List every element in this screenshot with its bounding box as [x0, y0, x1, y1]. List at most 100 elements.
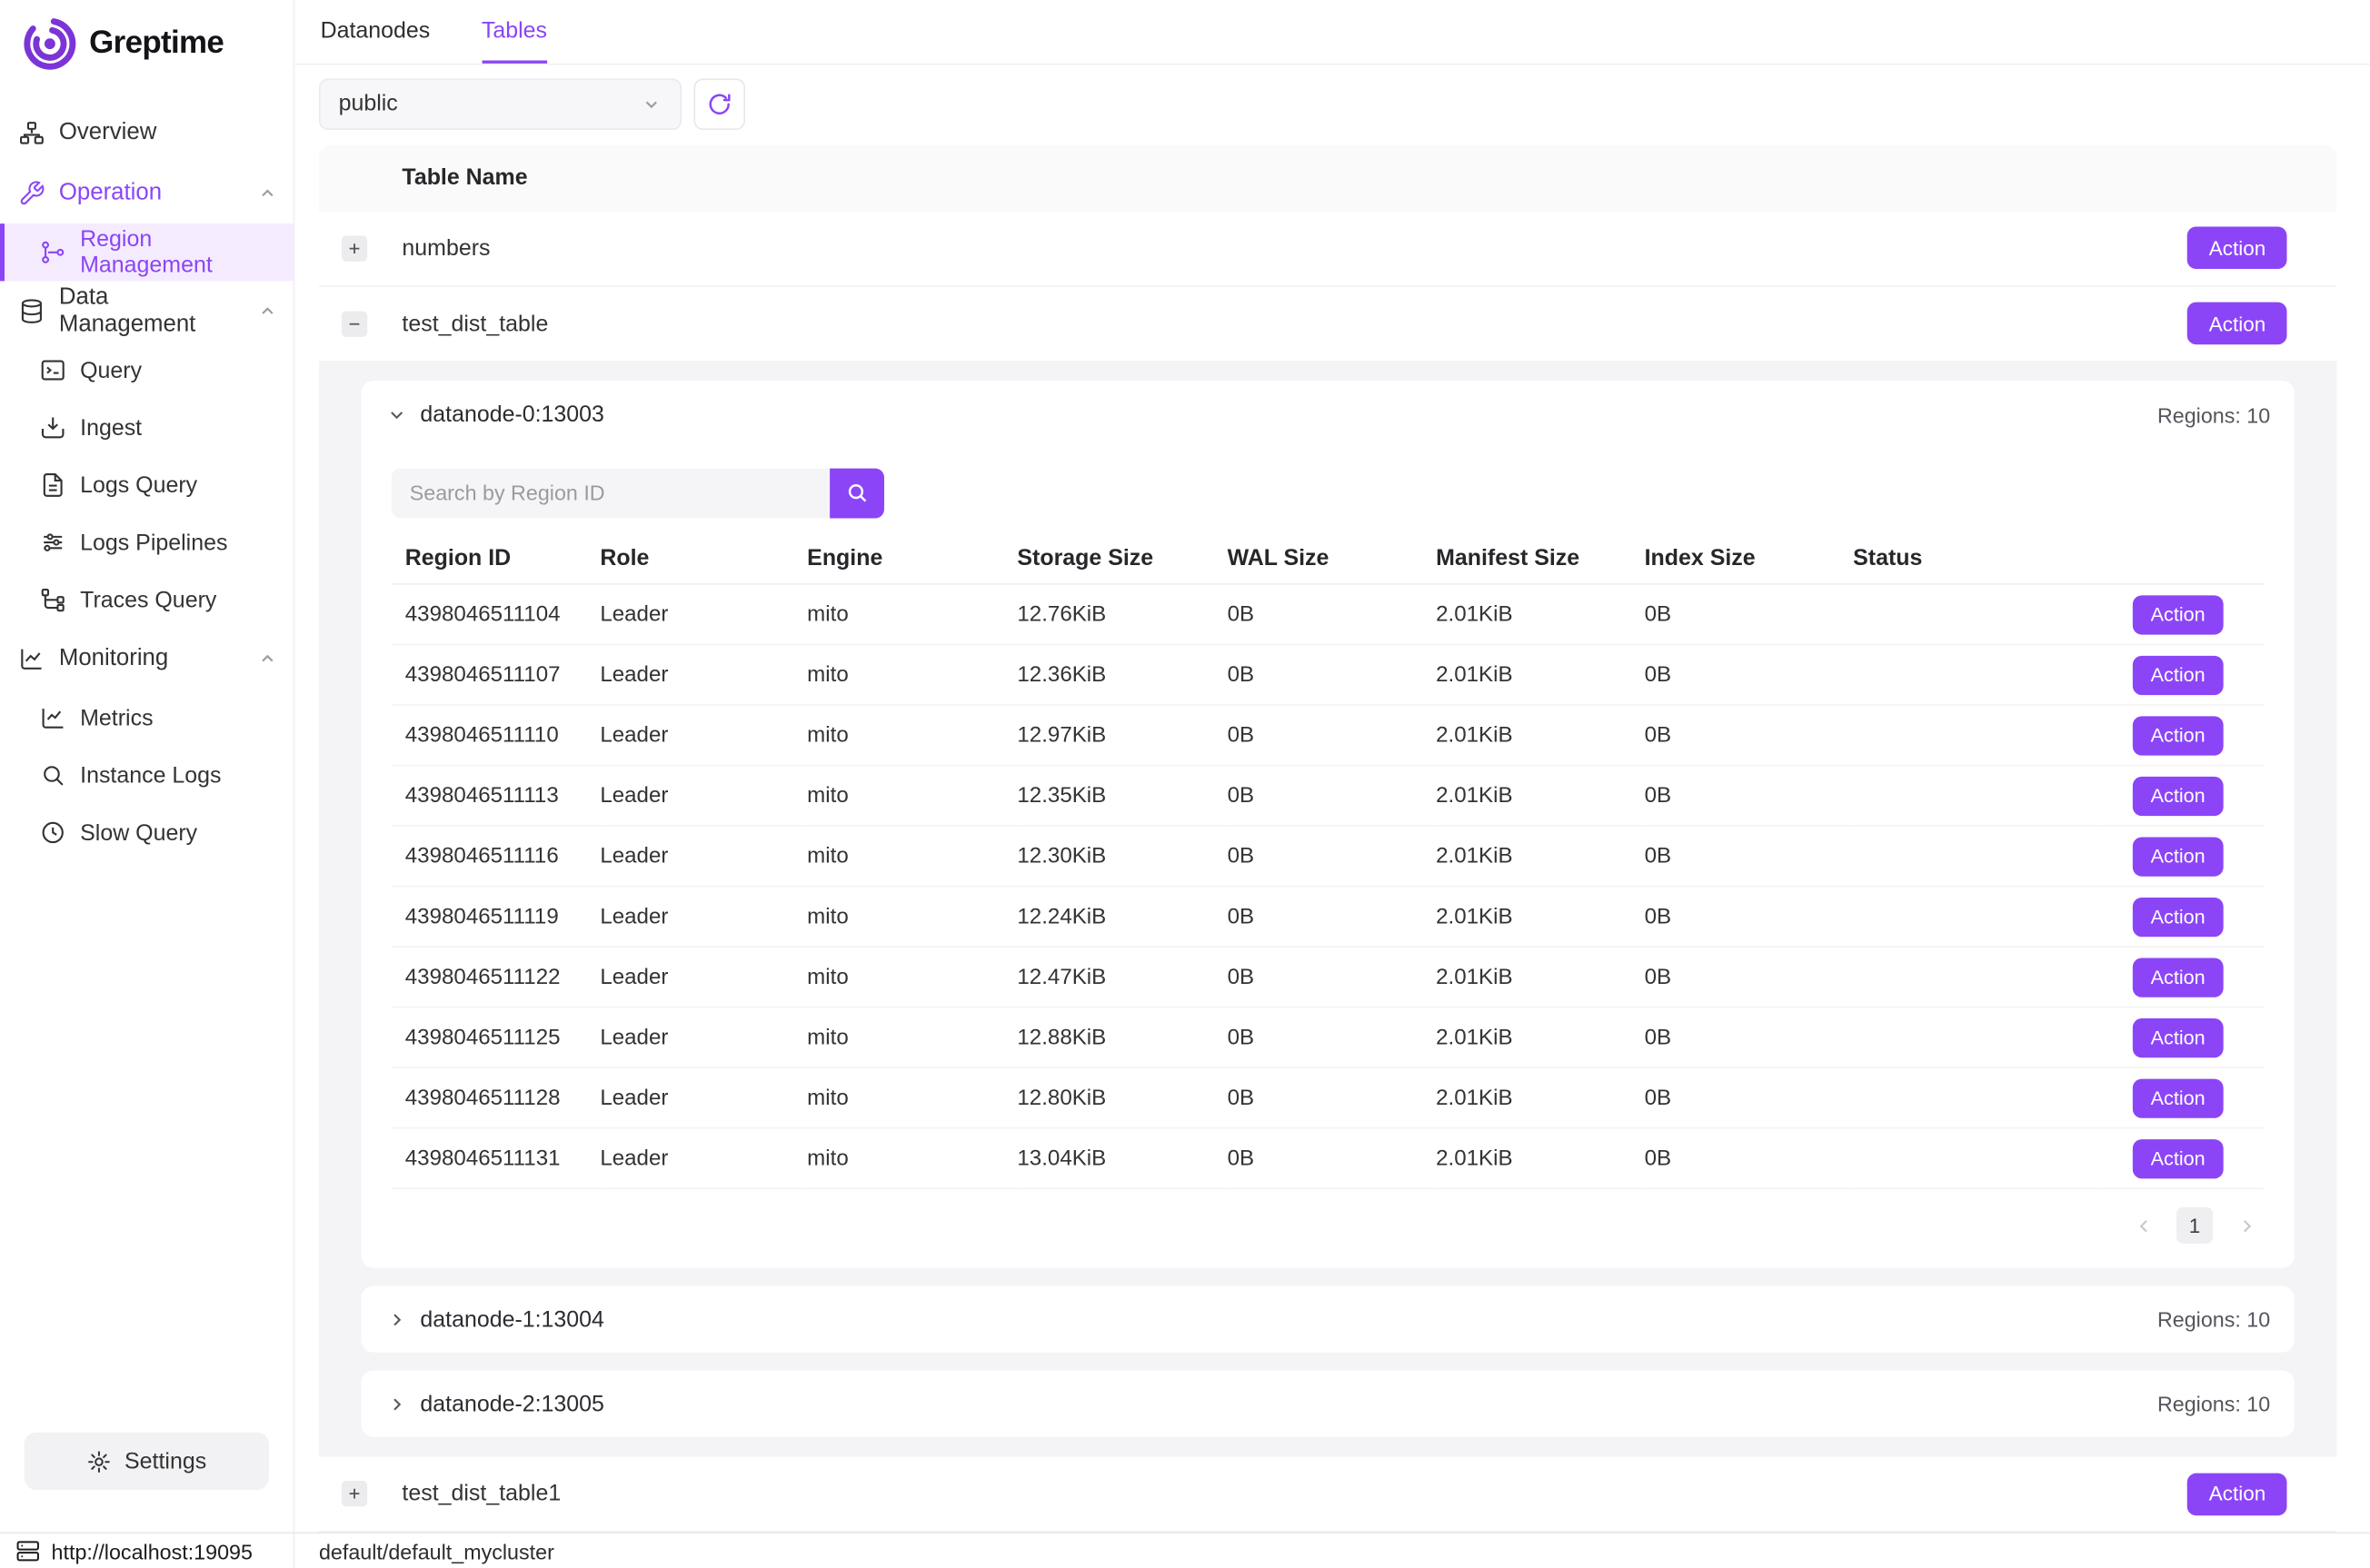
refresh-button[interactable]: [693, 78, 745, 130]
region-action-button[interactable]: Action: [2133, 897, 2224, 936]
traces-icon: [39, 586, 66, 613]
status-cell: [1853, 584, 2097, 645]
sidebar: Greptime Overview Operation Region Manag…: [0, 0, 294, 1533]
sidebar-item-logs-query[interactable]: Logs Query: [0, 456, 294, 513]
region-action-button[interactable]: Action: [2133, 594, 2224, 633]
index-size-cell: 0B: [1645, 644, 1854, 705]
region-action-button[interactable]: Action: [2133, 1138, 2224, 1177]
tab-datanodes[interactable]: Datanodes: [321, 0, 431, 63]
clock-icon: [39, 819, 66, 846]
sidebar-item-monitoring[interactable]: Monitoring: [0, 629, 294, 690]
region-action-cell: Action: [2098, 1067, 2265, 1128]
index-size-cell: 0B: [1645, 765, 1854, 826]
next-page-button[interactable]: [2228, 1207, 2265, 1244]
column-header-manifest-size: Manifest Size: [1436, 532, 1645, 584]
sidebar-item-metrics[interactable]: Metrics: [0, 689, 294, 746]
column-header-storage-size: Storage Size: [1017, 532, 1227, 584]
tab-tables[interactable]: Tables: [482, 0, 547, 63]
toolbar: public: [294, 65, 2370, 143]
region-id-cell: 4398046511104: [392, 584, 601, 645]
region-search-button[interactable]: [830, 468, 884, 518]
datanode-header[interactable]: datanode-2:13005 Regions: 10: [362, 1371, 2295, 1437]
sidebar-item-data-management[interactable]: Data Management: [0, 281, 294, 342]
table-action-button[interactable]: Action: [2188, 303, 2287, 345]
sidebar-item-query[interactable]: Query: [0, 342, 294, 399]
engine-cell: mito: [807, 584, 1017, 645]
tab-bar: Datanodes Tables: [294, 0, 2370, 65]
wal-size-cell: 0B: [1228, 765, 1437, 826]
region-action-cell: Action: [2098, 705, 2265, 766]
sidebar-item-overview[interactable]: Overview: [0, 103, 294, 164]
sidebar-item-instance-logs[interactable]: Instance Logs: [0, 747, 294, 804]
region-table-row: 4398046511122 Leader mito 12.47KiB 0B 2.…: [392, 947, 2265, 1007]
expand-button[interactable]: [342, 1481, 367, 1506]
page-number-button[interactable]: 1: [2176, 1207, 2213, 1244]
expand-button[interactable]: [342, 235, 367, 261]
index-size-cell: 0B: [1645, 1067, 1854, 1128]
sidebar-item-label: Ingest: [80, 415, 142, 441]
datanode-name: datanode-1:13004: [420, 1306, 604, 1332]
region-action-button[interactable]: Action: [2133, 958, 2224, 997]
region-action-button[interactable]: Action: [2133, 1017, 2224, 1057]
status-endpoint: http://localhost:19095: [0, 1533, 294, 1568]
magnifier-icon: [39, 761, 66, 789]
sidebar-item-label: Traces Query: [80, 587, 216, 612]
manifest-size-cell: 2.01KiB: [1436, 826, 1645, 887]
settings-button[interactable]: Settings: [25, 1433, 269, 1490]
region-action-cell: Action: [2098, 947, 2265, 1007]
previous-page-button[interactable]: [2126, 1207, 2162, 1244]
pagination: 1: [392, 1207, 2265, 1244]
storage-size-cell: 12.35KiB: [1017, 765, 1227, 826]
manifest-size-cell: 2.01KiB: [1436, 947, 1645, 1007]
table-action-button[interactable]: Action: [2188, 1473, 2287, 1515]
datanode-header[interactable]: datanode-0:13003 Regions: 10: [362, 380, 2295, 450]
region-action-button[interactable]: Action: [2133, 716, 2224, 755]
index-size-cell: 0B: [1645, 887, 1854, 948]
engine-cell: mito: [807, 887, 1017, 948]
sidebar-item-traces-query[interactable]: Traces Query: [0, 571, 294, 629]
sidebar-item-label: Monitoring: [59, 645, 168, 672]
sidebar-item-ingest[interactable]: Ingest: [0, 399, 294, 456]
region-action-button[interactable]: Action: [2133, 837, 2224, 876]
sidebar-item-region-management[interactable]: Region Management: [0, 223, 294, 281]
storage-size-cell: 12.24KiB: [1017, 887, 1227, 948]
region-table: Region ID Role Engine Storage Size WAL S…: [392, 532, 2265, 1189]
table-action-button[interactable]: Action: [2188, 226, 2287, 269]
column-header-engine: Engine: [807, 532, 1017, 584]
minus-icon: [346, 315, 363, 332]
region-action-cell: Action: [2098, 765, 2265, 826]
sidebar-item-label: Query: [80, 357, 142, 382]
engine-cell: mito: [807, 1007, 1017, 1068]
regions-count: Regions: 10: [2157, 1392, 2270, 1416]
wal-size-cell: 0B: [1228, 1128, 1437, 1189]
sidebar-item-operation[interactable]: Operation: [0, 164, 294, 224]
schema-select-value: public: [339, 91, 398, 116]
region-table-row: 4398046511128 Leader mito 12.80KiB 0B 2.…: [392, 1067, 2265, 1128]
index-size-cell: 0B: [1645, 826, 1854, 887]
status-cell: [1853, 1067, 2097, 1128]
tab-label: Tables: [482, 18, 547, 44]
datanode-card-2: datanode-2:13005 Regions: 10: [362, 1371, 2295, 1437]
region-action-button[interactable]: Action: [2133, 655, 2224, 694]
sidebar-item-label: Overview: [59, 119, 156, 146]
index-size-cell: 0B: [1645, 1128, 1854, 1189]
search-icon: [845, 481, 870, 505]
region-search-input[interactable]: [392, 468, 830, 518]
sidebar-item-label: Operation: [59, 180, 162, 207]
chevron-up-icon: [257, 649, 278, 670]
app: Greptime Overview Operation Region Manag…: [0, 0, 2370, 1568]
datanode-header[interactable]: datanode-1:13004 Regions: 10: [362, 1285, 2295, 1352]
datanode-card-1: datanode-1:13004 Regions: 10: [362, 1285, 2295, 1352]
datanode-name: datanode-0:13003: [420, 402, 604, 427]
sidebar-item-label: Metrics: [80, 705, 153, 730]
collapse-button[interactable]: [342, 311, 367, 336]
status-cell: [1853, 705, 2097, 766]
sidebar-item-slow-query[interactable]: Slow Query: [0, 804, 294, 861]
wal-size-cell: 0B: [1228, 1067, 1437, 1128]
sidebar-item-logs-pipelines[interactable]: Logs Pipelines: [0, 514, 294, 571]
region-action-button[interactable]: Action: [2133, 1078, 2224, 1117]
region-action-button[interactable]: Action: [2133, 776, 2224, 815]
region-search: [392, 468, 2265, 518]
schema-select[interactable]: public: [319, 78, 682, 130]
region-table-body: 4398046511104 Leader mito 12.76KiB 0B 2.…: [392, 584, 2265, 1188]
